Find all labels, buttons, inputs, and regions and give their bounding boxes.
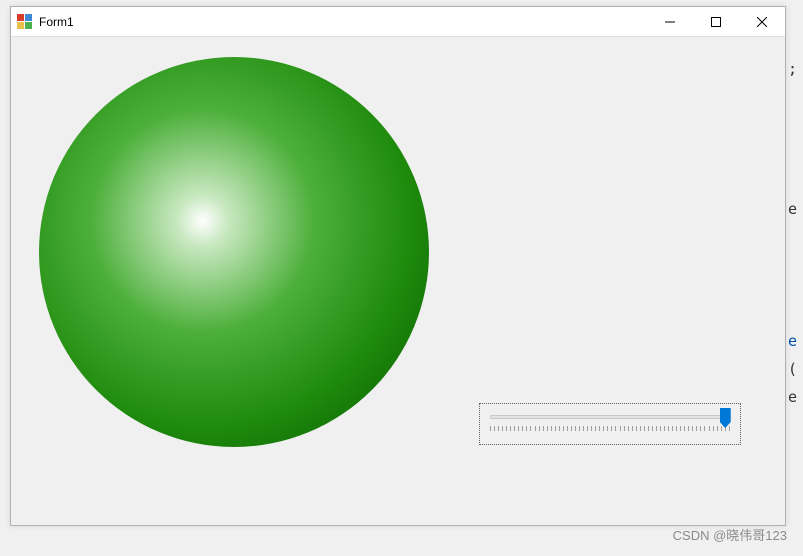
close-button[interactable]	[739, 7, 785, 36]
app-icon	[17, 14, 33, 30]
trackbar-thumb[interactable]	[720, 408, 731, 428]
green-sphere	[39, 57, 429, 447]
titlebar[interactable]: Form1	[11, 7, 785, 37]
trackbar-rail	[490, 415, 730, 419]
trackbar-ticks	[490, 426, 730, 432]
minimize-icon	[665, 17, 675, 27]
maximize-icon	[711, 17, 721, 27]
bg-char-e3: e	[788, 388, 797, 406]
maximize-button[interactable]	[693, 7, 739, 36]
size-trackbar[interactable]	[479, 403, 741, 445]
window-controls	[647, 7, 785, 36]
bg-char-e1: e	[788, 200, 797, 218]
close-icon	[757, 17, 767, 27]
bg-char-paren: (	[788, 360, 797, 378]
app-window: Form1	[10, 6, 786, 526]
client-area	[11, 37, 785, 525]
bg-char-semicolon: ;	[788, 60, 797, 78]
watermark-text: CSDN @晓伟哥123	[673, 525, 787, 544]
minimize-button[interactable]	[647, 7, 693, 36]
bg-char-e2: e	[788, 332, 797, 350]
window-title: Form1	[39, 15, 74, 29]
